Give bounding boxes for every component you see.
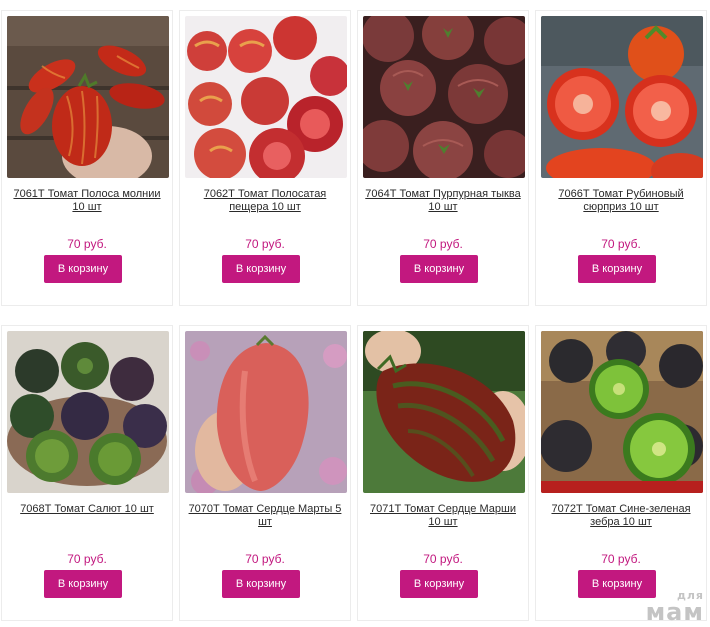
product-title-link[interactable]: 7062Т Томат Полосатая пещера 10 шт	[186, 188, 344, 214]
product-price: 70 руб.	[601, 552, 641, 566]
add-to-cart-button[interactable]: В корзину	[400, 255, 478, 283]
product-price: 70 руб.	[245, 552, 285, 566]
watermark-line-2: мам	[645, 598, 704, 626]
product-card: 7068Т Томат Салют 10 шт 70 руб. В корзин…	[1, 325, 173, 621]
add-to-cart-button[interactable]: В корзину	[44, 570, 122, 598]
product-title-link[interactable]: 7072Т Томат Сине-зеленая зебра 10 шт	[542, 503, 700, 529]
product-image-salute-tomatoes[interactable]	[7, 331, 169, 493]
product-image-ruby-surprise-tomatoes[interactable]	[541, 16, 703, 178]
product-price: 70 руб.	[601, 237, 641, 251]
product-price: 70 руб.	[423, 552, 463, 566]
product-title-link[interactable]: 7066Т Томат Рубиновый сюрприз 10 шт	[542, 188, 700, 214]
add-to-cart-button[interactable]: В корзину	[222, 255, 300, 283]
product-title-link[interactable]: 7068Т Томат Салют 10 шт	[8, 503, 166, 516]
product-image-blue-green-zebra-tomatoes[interactable]	[541, 331, 703, 493]
product-card: 7066Т Томат Рубиновый сюрприз 10 шт 70 р…	[535, 10, 707, 306]
product-image-marta-heart-tomato[interactable]	[185, 331, 347, 493]
product-image-purple-pumpkin-tomatoes[interactable]	[363, 16, 525, 178]
product-price: 70 руб.	[67, 552, 107, 566]
add-to-cart-button[interactable]: В корзину	[578, 570, 656, 598]
add-to-cart-button[interactable]: В корзину	[222, 570, 300, 598]
product-price: 70 руб.	[245, 237, 285, 251]
add-to-cart-button[interactable]: В корзину	[578, 255, 656, 283]
product-title-link[interactable]: 7064Т Томат Пурпурная тыква 10 шт	[364, 188, 522, 214]
product-image-striped-lightning-tomatoes[interactable]	[7, 16, 169, 178]
product-card: 7064Т Томат Пурпурная тыква 10 шт 70 руб…	[357, 10, 529, 306]
product-card: 7071Т Томат Сердце Марши 10 шт 70 руб. В…	[357, 325, 529, 621]
product-image-marsha-heart-tomato[interactable]	[363, 331, 525, 493]
add-to-cart-button[interactable]: В корзину	[44, 255, 122, 283]
add-to-cart-button[interactable]: В корзину	[400, 570, 478, 598]
product-title-link[interactable]: 7061Т Томат Полоса молнии 10 шт	[8, 188, 166, 214]
product-price: 70 руб.	[423, 237, 463, 251]
product-card: 7070Т Томат Сердце Марты 5 шт 70 руб. В …	[179, 325, 351, 621]
product-card: 7061Т Томат Полоса молнии 10 шт 70 руб. …	[1, 10, 173, 306]
site-watermark: для мам	[645, 590, 704, 626]
product-title-link[interactable]: 7070Т Томат Сердце Марты 5 шт	[186, 503, 344, 529]
product-grid: 7061Т Томат Полоса молнии 10 шт 70 руб. …	[0, 0, 710, 627]
product-card: 7072Т Томат Сине-зеленая зебра 10 шт 70 …	[535, 325, 707, 621]
product-image-striped-cave-tomatoes[interactable]	[185, 16, 347, 178]
product-title-link[interactable]: 7071Т Томат Сердце Марши 10 шт	[364, 503, 522, 529]
product-price: 70 руб.	[67, 237, 107, 251]
product-card: 7062Т Томат Полосатая пещера 10 шт 70 ру…	[179, 10, 351, 306]
